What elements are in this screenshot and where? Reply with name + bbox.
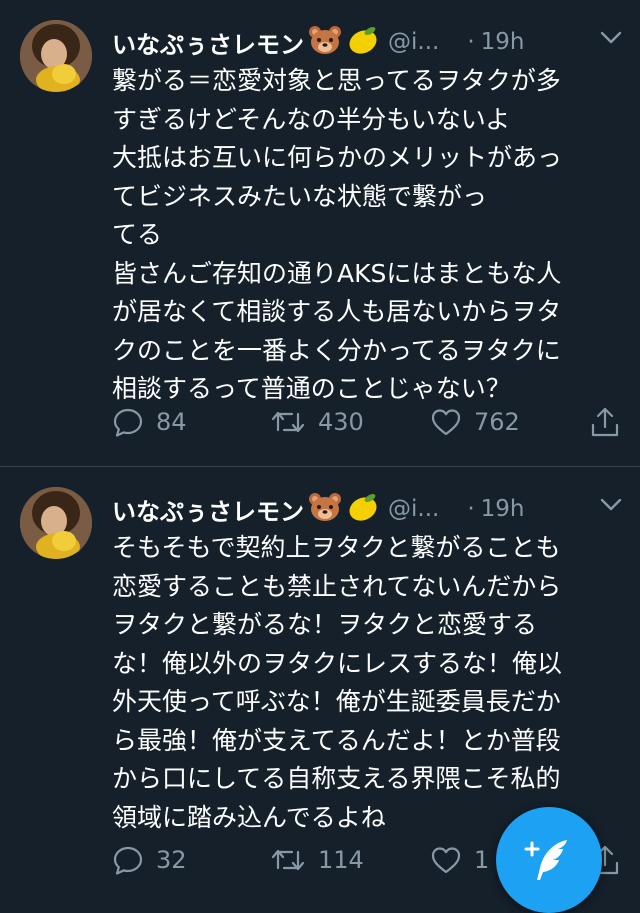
retweet-icon xyxy=(271,849,305,871)
retweet-count: 114 xyxy=(318,846,364,874)
user-handle[interactable]: @i... xyxy=(388,496,439,522)
tweet-header: いなぷぅさレモン @i... · 19h xyxy=(112,22,622,62)
reply-icon xyxy=(113,846,143,875)
avatar[interactable] xyxy=(20,20,92,92)
tweet-text-line: 大抵はお互いに何らかのメリットがあっ xyxy=(112,143,563,172)
tweet-text: 繋がる＝恋愛対象と思ってるヲタクが多 すぎるけどそんなの半分もいないよ 大抵はお… xyxy=(112,62,627,409)
tweet-text-line: 外天使って呼ぶな！俺が生誕委員長だか xyxy=(112,687,561,716)
retweet-icon xyxy=(271,411,305,433)
tweet-text-line: そもそもで契約上ヲタクと繋がることも xyxy=(112,533,561,562)
reply-count: 32 xyxy=(156,846,187,874)
heart-icon xyxy=(431,409,461,436)
tweet-text-line: てる xyxy=(112,220,163,249)
tweet-text-line: クのことを一番よく分かってるヲタクに xyxy=(112,335,561,365)
lemon-icon xyxy=(346,492,380,526)
avatar[interactable] xyxy=(20,487,92,559)
tweet-text-line: すぎるけどそんなの半分もいないよ xyxy=(112,104,511,134)
like-button[interactable]: 1 xyxy=(430,840,489,880)
user-handle[interactable]: @i... xyxy=(388,29,439,55)
tweet-text-line: から口にしてる自称支える界隈こそ私的 xyxy=(112,764,561,793)
reply-button[interactable]: 84 xyxy=(112,402,187,442)
like-button[interactable]: 762 xyxy=(430,402,520,442)
bear-face-icon xyxy=(308,492,342,526)
tweet-text: そもそもで契約上ヲタクと繋がることも 恋愛することも禁止されてないんだから ヲタ… xyxy=(112,529,627,837)
reply-count: 84 xyxy=(156,408,187,436)
display-name[interactable]: いなぷぅさレモン xyxy=(112,492,304,527)
tweet-text-line: 皆さんご存知の通りAKSにはまともな人 xyxy=(112,258,562,288)
like-count: 762 xyxy=(474,408,520,436)
tweet-text-line: てビジネスみたいな状態で繋がっ xyxy=(112,181,488,211)
bear-face-icon xyxy=(308,25,342,59)
chevron-down-icon[interactable] xyxy=(600,30,622,49)
share-icon xyxy=(591,407,619,437)
tweet-text-line: 繋がる＝恋愛対象と思ってるヲタクが多 xyxy=(112,66,561,95)
tweet-text-line: ヲタクと繋がるな！ヲタクと恋愛する xyxy=(112,610,538,639)
reply-button[interactable]: 32 xyxy=(112,840,187,880)
lemon-icon xyxy=(346,25,380,59)
retweet-button[interactable]: 114 xyxy=(270,840,364,880)
timestamp[interactable]: 19h xyxy=(481,29,525,55)
like-count: 1 xyxy=(474,846,490,874)
tweet[interactable]: いなぷぅさレモン @i... · 19h xyxy=(0,0,640,466)
display-name[interactable]: いなぷぅさレモン xyxy=(112,25,304,60)
chevron-down-icon[interactable] xyxy=(600,497,622,516)
compose-tweet-icon xyxy=(524,840,567,880)
separator-dot: · xyxy=(467,29,475,55)
heart-icon xyxy=(431,847,461,874)
compose-tweet-button[interactable] xyxy=(496,807,602,913)
timestamp[interactable]: 19h xyxy=(481,496,525,522)
tweet-text-line: 恋愛することも禁止されてないんだから xyxy=(112,571,562,601)
reply-icon xyxy=(113,408,143,437)
tweet-text-line: が居なくて相談する人も居ないからヲタ xyxy=(112,297,562,326)
tweet-text-line: ら最強！俺が支えてるんだよ！とか普段 xyxy=(112,725,561,755)
tweet-header: いなぷぅさレモン @i... · 19h xyxy=(112,489,622,529)
retweet-button[interactable]: 430 xyxy=(270,402,364,442)
separator-dot: · xyxy=(467,496,475,522)
tweet-actions: 84 430 762 xyxy=(112,402,627,442)
retweet-count: 430 xyxy=(318,408,364,436)
tweet-text-line: な！俺以外のヲタクにレスするな！俺以 xyxy=(112,648,563,678)
share-button[interactable] xyxy=(590,402,620,442)
